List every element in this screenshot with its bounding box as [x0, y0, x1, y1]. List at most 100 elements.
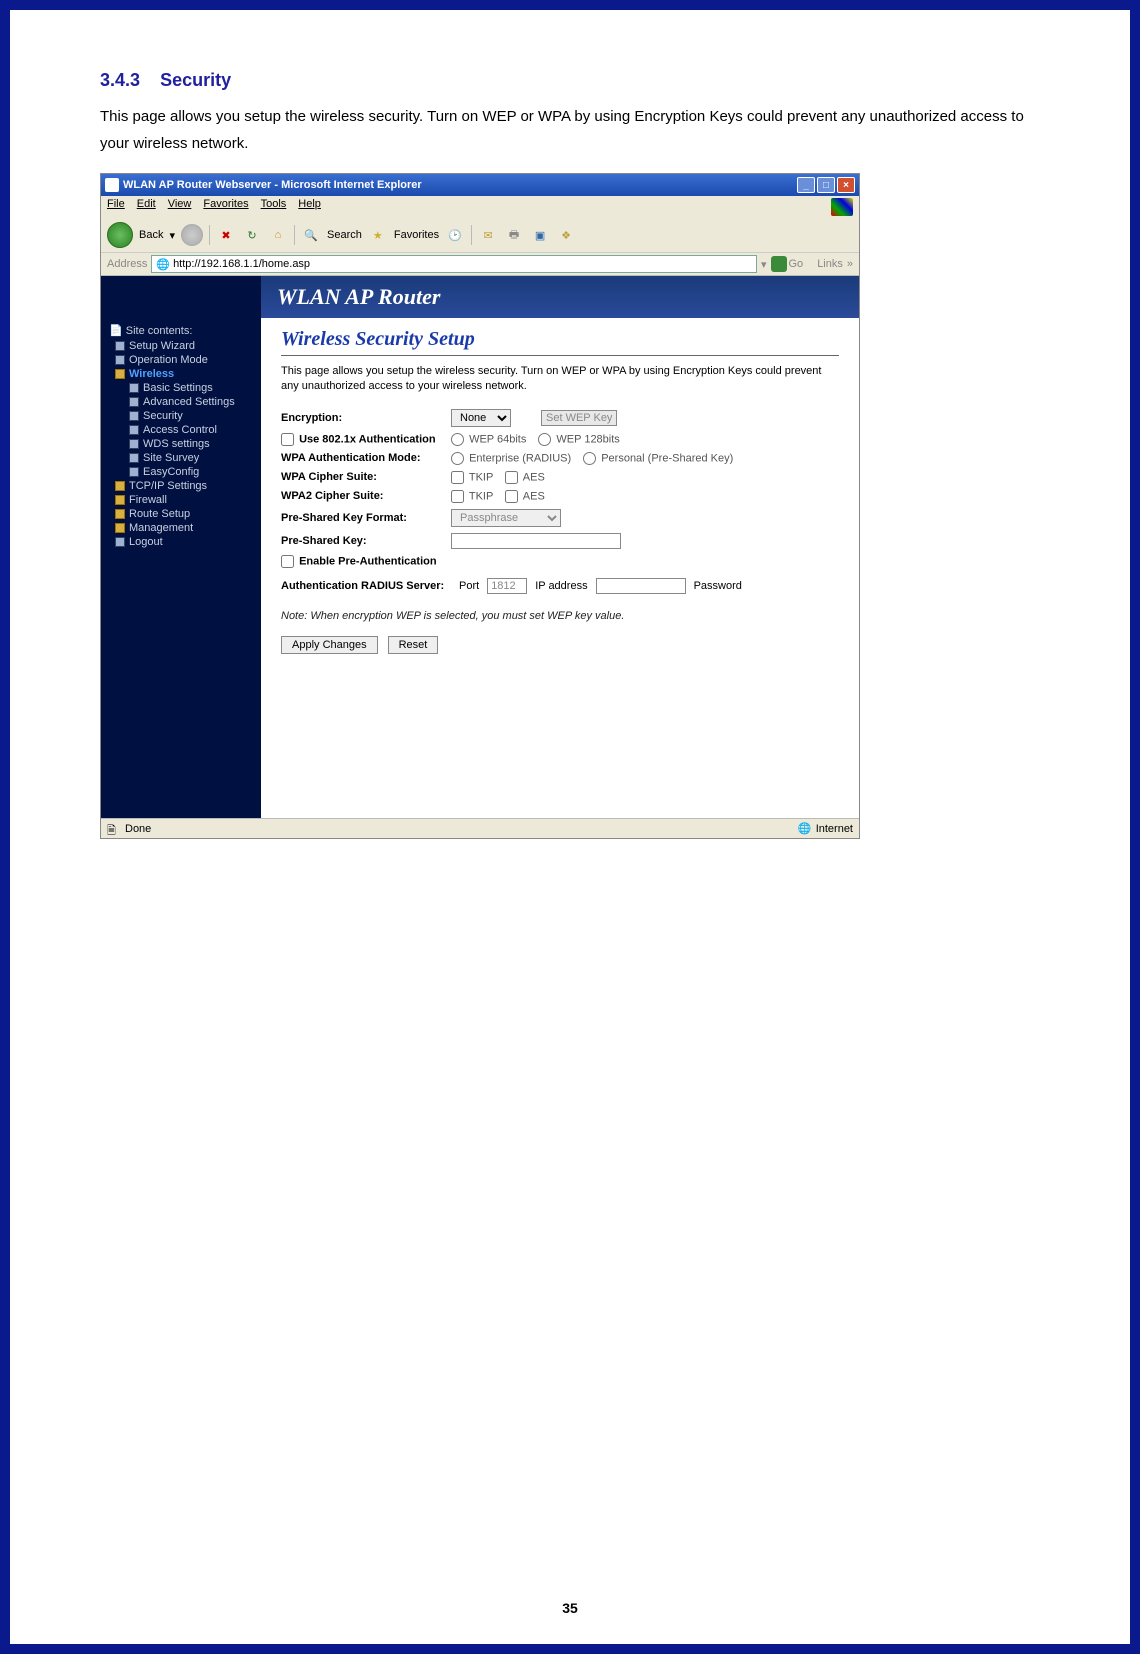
- psk-label: Pre-Shared Key:: [281, 535, 451, 547]
- sidebar-item-operation-mode[interactable]: Operation Mode: [105, 353, 257, 367]
- wpa-aes-checkbox[interactable]: [505, 471, 518, 484]
- radius-password-label: Password: [694, 580, 742, 592]
- sidebar-item-setup-wizard[interactable]: Setup Wizard: [105, 339, 257, 353]
- separator: [294, 225, 295, 245]
- sidebar-item-wireless[interactable]: Wireless: [105, 367, 257, 381]
- go-label: Go: [789, 258, 804, 270]
- menu-favorites[interactable]: Favorites: [203, 198, 248, 216]
- go-button[interactable]: Go: [771, 256, 804, 272]
- psk-input[interactable]: [451, 533, 621, 549]
- sidebar-item-tcpip[interactable]: TCP/IP Settings: [105, 479, 257, 493]
- wpa-tkip-checkbox[interactable]: [451, 471, 464, 484]
- address-bar: Address 🌐 http://192.168.1.1/home.asp ▾ …: [101, 253, 859, 276]
- ie-window: WLAN AP Router Webserver - Microsoft Int…: [100, 173, 860, 839]
- internet-zone-icon: 🌐: [798, 822, 812, 836]
- sidebar-item-site-survey[interactable]: Site Survey: [105, 451, 257, 465]
- wpa-cipher-label: WPA Cipher Suite:: [281, 471, 451, 483]
- wep128-radio[interactable]: [538, 433, 551, 446]
- psk-format-select[interactable]: Passphrase: [451, 509, 561, 527]
- links-label[interactable]: Links: [817, 258, 843, 270]
- status-done-text: Done: [125, 823, 151, 835]
- menu-file[interactable]: File: [107, 198, 125, 216]
- enterprise-radio[interactable]: [451, 452, 464, 465]
- status-done-icon: 🗎: [107, 822, 121, 836]
- mail-icon[interactable]: ✉: [478, 225, 498, 245]
- psk-format-label: Pre-Shared Key Format:: [281, 512, 451, 524]
- back-dropdown-icon[interactable]: ▾: [169, 229, 175, 242]
- use-8021x-checkbox[interactable]: [281, 433, 294, 446]
- menu-help[interactable]: Help: [298, 198, 321, 216]
- preauth-checkbox[interactable]: [281, 555, 294, 568]
- search-label: Search: [327, 229, 362, 241]
- print-icon[interactable]: 🖶: [504, 225, 524, 245]
- radius-port-label: Port: [459, 580, 479, 592]
- wpa2-aes-checkbox[interactable]: [505, 490, 518, 503]
- wpa-auth-mode-label: WPA Authentication Mode:: [281, 452, 451, 464]
- sidebar-item-logout[interactable]: Logout: [105, 535, 257, 549]
- panel-description: This page allows you setup the wireless …: [281, 364, 839, 395]
- edit-icon[interactable]: ▣: [530, 225, 550, 245]
- toolbar: Back ▾ ✖ ↻ ⌂ 🔍 Search ★ Favorites 🕑 ✉ 🖶 …: [101, 218, 859, 253]
- titlebar: WLAN AP Router Webserver - Microsoft Int…: [101, 174, 859, 196]
- encryption-label: Encryption:: [281, 412, 451, 424]
- radius-ip-label: IP address: [535, 580, 587, 592]
- window-title: WLAN AP Router Webserver - Microsoft Int…: [123, 179, 795, 191]
- set-wep-button[interactable]: [541, 410, 617, 426]
- menu-tools[interactable]: Tools: [261, 198, 287, 216]
- address-input[interactable]: 🌐 http://192.168.1.1/home.asp: [151, 255, 757, 273]
- windows-logo-icon: [831, 198, 853, 216]
- close-button[interactable]: ×: [837, 177, 855, 193]
- minimize-button[interactable]: _: [797, 177, 815, 193]
- heading-number: 3.4.3: [100, 70, 140, 90]
- sidebar-item-advanced-settings[interactable]: Advanced Settings: [105, 395, 257, 409]
- separator: [471, 225, 472, 245]
- address-label: Address: [107, 258, 147, 270]
- wpa2-tkip-checkbox[interactable]: [451, 490, 464, 503]
- stop-icon[interactable]: ✖: [216, 225, 236, 245]
- back-button[interactable]: [107, 222, 133, 248]
- sidebar-item-route-setup[interactable]: Route Setup: [105, 507, 257, 521]
- sidebar-item-access-control[interactable]: Access Control: [105, 423, 257, 437]
- radius-port-input[interactable]: [487, 578, 527, 594]
- discuss-icon[interactable]: ❖: [556, 225, 576, 245]
- menu-view[interactable]: View: [168, 198, 192, 216]
- ie-icon: [105, 178, 119, 192]
- wpa2-cipher-label: WPA2 Cipher Suite:: [281, 490, 451, 502]
- refresh-icon[interactable]: ↻: [242, 225, 262, 245]
- internet-zone-text: Internet: [816, 823, 853, 835]
- back-label: Back: [139, 229, 163, 241]
- wep64-radio[interactable]: [451, 433, 464, 446]
- address-dropdown-icon[interactable]: ▾: [761, 258, 767, 271]
- sidebar: 📄 Site contents: Setup Wizard Operation …: [101, 318, 261, 818]
- radius-ip-input[interactable]: [596, 578, 686, 594]
- preauth-label: Enable Pre-Authentication: [299, 555, 437, 567]
- wep-note: Note: When encryption WEP is selected, y…: [281, 610, 839, 622]
- router-header: WLAN AP Router: [261, 276, 859, 318]
- sidebar-item-security[interactable]: Security: [105, 409, 257, 423]
- page-number: 35: [10, 1600, 1130, 1616]
- search-icon[interactable]: 🔍: [301, 225, 321, 245]
- encryption-select[interactable]: None: [451, 409, 511, 427]
- main-panel: Wireless Security Setup This page allows…: [261, 318, 859, 818]
- sidebar-item-management[interactable]: Management: [105, 521, 257, 535]
- sidebar-item-easyconfig[interactable]: EasyConfig: [105, 465, 257, 479]
- maximize-button[interactable]: □: [817, 177, 835, 193]
- favorites-icon[interactable]: ★: [368, 225, 388, 245]
- sidebar-item-basic-settings[interactable]: Basic Settings: [105, 381, 257, 395]
- personal-radio[interactable]: [583, 452, 596, 465]
- sidebar-item-firewall[interactable]: Firewall: [105, 493, 257, 507]
- section-heading: 3.4.3 Security: [100, 70, 1040, 91]
- reset-button[interactable]: Reset: [388, 636, 439, 654]
- history-icon[interactable]: 🕑: [445, 225, 465, 245]
- forward-button[interactable]: [181, 224, 203, 246]
- sidebar-item-wds[interactable]: WDS settings: [105, 437, 257, 451]
- apply-button[interactable]: Apply Changes: [281, 636, 378, 654]
- heading-title: Security: [160, 70, 231, 90]
- menubar: File Edit View Favorites Tools Help: [101, 196, 859, 218]
- use-8021x-label: Use 802.1x Authentication: [299, 433, 436, 445]
- favorites-label: Favorites: [394, 229, 439, 241]
- links-chevron-icon[interactable]: »: [847, 258, 853, 270]
- menu-edit[interactable]: Edit: [137, 198, 156, 216]
- page-icon: 🌐: [156, 258, 170, 271]
- home-icon[interactable]: ⌂: [268, 225, 288, 245]
